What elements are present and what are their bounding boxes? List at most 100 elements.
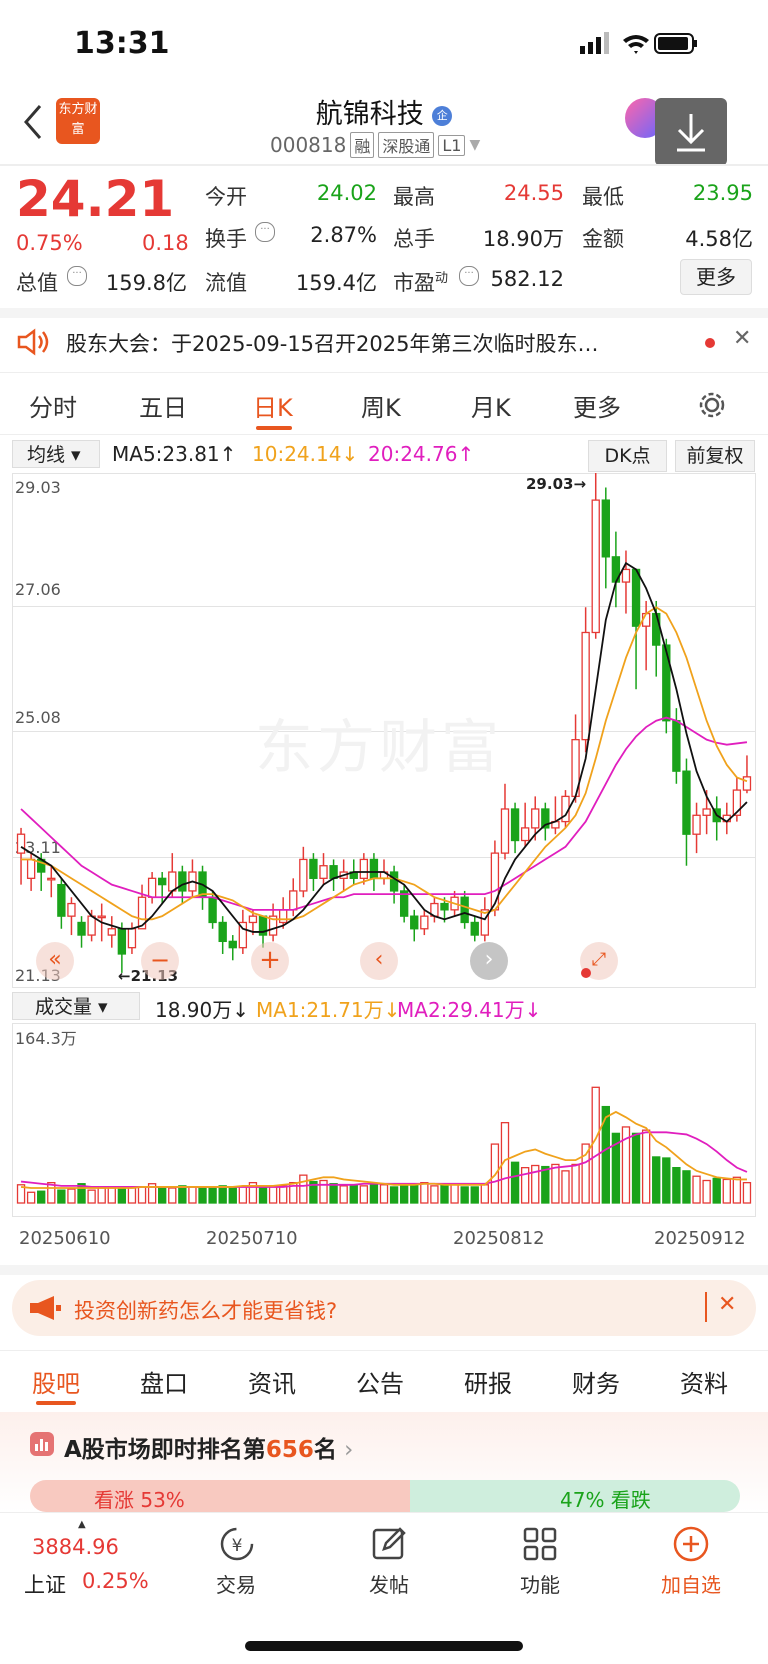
stock-code-line: 000818 融 深股通 L1 ▼ xyxy=(270,132,480,158)
info-icon[interactable]: ··· xyxy=(67,266,87,286)
candle-body xyxy=(57,883,66,917)
tab-profile[interactable]: 资料 xyxy=(680,1364,728,1399)
functions-icon[interactable] xyxy=(521,1525,559,1563)
volume-selector[interactable]: 成交量 ▾ xyxy=(12,992,140,1020)
candle-body xyxy=(359,858,369,879)
candle-body xyxy=(178,871,187,892)
tab-research[interactable]: 研报 xyxy=(464,1364,512,1399)
nav-add-watchlist[interactable]: 加自选 xyxy=(641,1569,741,1598)
bear-bar[interactable]: 47% 看跌 xyxy=(410,1480,740,1512)
wifi-icon xyxy=(623,35,649,54)
volume-bar xyxy=(67,1188,76,1204)
post-icon[interactable] xyxy=(370,1525,408,1563)
volume-bar xyxy=(571,1163,580,1204)
signal-icon xyxy=(580,46,585,54)
tab-pankou[interactable]: 盘口 xyxy=(140,1364,188,1399)
candle-body xyxy=(631,568,641,627)
candle-body xyxy=(389,871,399,892)
dropdown-caret-icon[interactable]: ▼ xyxy=(469,137,480,153)
candle-body xyxy=(470,921,479,936)
scroll-left-icon[interactable]: ‹ xyxy=(360,942,398,980)
candle-body xyxy=(531,808,540,829)
index-change[interactable]: 0.25% xyxy=(82,1569,149,1593)
stock-code: 000818 xyxy=(270,133,347,157)
close-icon[interactable]: ✕ xyxy=(718,1292,736,1317)
candle-body xyxy=(329,865,338,879)
ranking-text[interactable]: A股市场即时排名第656名 › xyxy=(64,1430,353,1464)
nav-functions[interactable]: 功能 xyxy=(490,1569,590,1598)
info-icon[interactable]: ··· xyxy=(255,222,275,242)
volume-bar xyxy=(339,1185,348,1204)
volume-bar xyxy=(692,1175,701,1204)
tab-monthly-k[interactable]: 月K xyxy=(471,388,511,423)
adjust-button[interactable]: 前复权 xyxy=(675,440,755,472)
ma-selector[interactable]: 均线 ▾ xyxy=(12,440,100,468)
nav-trade[interactable]: 交易 xyxy=(186,1569,286,1598)
volume-bar xyxy=(420,1181,429,1204)
open-label: 今开 xyxy=(205,185,247,209)
turnover-label: 换手 xyxy=(205,227,247,251)
bull-bar[interactable]: 看涨 53% xyxy=(30,1480,410,1512)
scroll-left-fast-icon[interactable]: « xyxy=(36,942,74,980)
pe-value: 582.12 xyxy=(490,267,564,291)
index-name[interactable]: 上证 xyxy=(24,1569,66,1599)
candle-body xyxy=(440,902,449,911)
candle-body xyxy=(208,896,217,924)
download-button[interactable] xyxy=(655,98,727,166)
tab-guba[interactable]: 股吧 xyxy=(32,1364,80,1399)
volume-bar xyxy=(480,1184,490,1204)
tab-news[interactable]: 资讯 xyxy=(248,1364,296,1399)
tab-finance[interactable]: 财务 xyxy=(572,1364,620,1399)
vol-ma2-legend: MA2:29.41万↓ xyxy=(397,998,542,1022)
candle-body xyxy=(420,915,429,930)
home-indicator xyxy=(245,1641,523,1651)
candle-body xyxy=(692,814,701,835)
mktcap-value: 159.8亿 xyxy=(105,271,187,295)
tab-weekly-k[interactable]: 周K xyxy=(361,388,401,423)
tab-daily-k[interactable]: 日K xyxy=(253,388,293,423)
zoom-in-icon[interactable]: + xyxy=(251,942,289,980)
settings-gear-icon[interactable] xyxy=(697,390,727,420)
candle-body xyxy=(309,858,318,879)
status-bar: 13:31 xyxy=(0,0,768,90)
volume-bar xyxy=(460,1186,469,1204)
zoom-out-icon[interactable]: − xyxy=(141,942,179,980)
scroll-right-icon[interactable]: › xyxy=(470,942,508,980)
volume-bar xyxy=(258,1187,268,1204)
active-tab-indicator xyxy=(36,1401,76,1405)
tag-connect: 深股通 xyxy=(378,132,435,158)
candle-body xyxy=(218,921,227,943)
add-watchlist-icon[interactable] xyxy=(672,1525,710,1563)
index-value[interactable]: 3884.96 xyxy=(32,1535,119,1559)
ad-banner[interactable]: 投资创新药怎么才能更省钱? ✕ xyxy=(12,1280,756,1336)
volume-plot xyxy=(16,1086,752,1204)
tab-more[interactable]: 更多 xyxy=(573,388,621,423)
volume-bar xyxy=(37,1190,46,1204)
x-date-label: 20250812 xyxy=(453,1228,545,1249)
trade-icon[interactable]: ¥ xyxy=(218,1525,256,1563)
volume-bar xyxy=(672,1167,681,1204)
tab-intraday[interactable]: 分时 xyxy=(29,388,77,423)
more-button[interactable]: 更多 xyxy=(680,259,752,295)
chart-tabs: 分时 五日 日K 周K 月K 更多 xyxy=(0,372,768,434)
dk-point-button[interactable]: DK点 xyxy=(588,440,667,472)
notice-bar[interactable]: 股东大会：于2025-09-15召开2025年第三次临时股东… ✕ xyxy=(0,312,768,372)
tab-announcements[interactable]: 公告 xyxy=(356,1364,404,1399)
low-label: 最低 xyxy=(582,185,624,209)
volume-bar xyxy=(278,1185,288,1204)
nav-post[interactable]: 发帖 xyxy=(339,1569,439,1598)
volume-label: 总手 xyxy=(393,227,435,251)
amount-label: 金额 xyxy=(582,227,624,251)
megaphone-icon xyxy=(30,1296,61,1320)
high-value: 24.55 xyxy=(503,181,564,205)
candle-body xyxy=(117,928,127,955)
volume-bar xyxy=(208,1186,217,1204)
open-value: 24.02 xyxy=(316,181,377,205)
volume-bar xyxy=(662,1157,671,1204)
volume-bar xyxy=(228,1187,237,1204)
tab-five-day[interactable]: 五日 xyxy=(139,388,187,423)
ad-text: 投资创新药怎么才能更省钱? xyxy=(74,1299,338,1323)
volume-bar xyxy=(57,1189,66,1204)
close-icon[interactable]: ✕ xyxy=(733,326,751,351)
info-icon[interactable]: ··· xyxy=(459,266,479,286)
